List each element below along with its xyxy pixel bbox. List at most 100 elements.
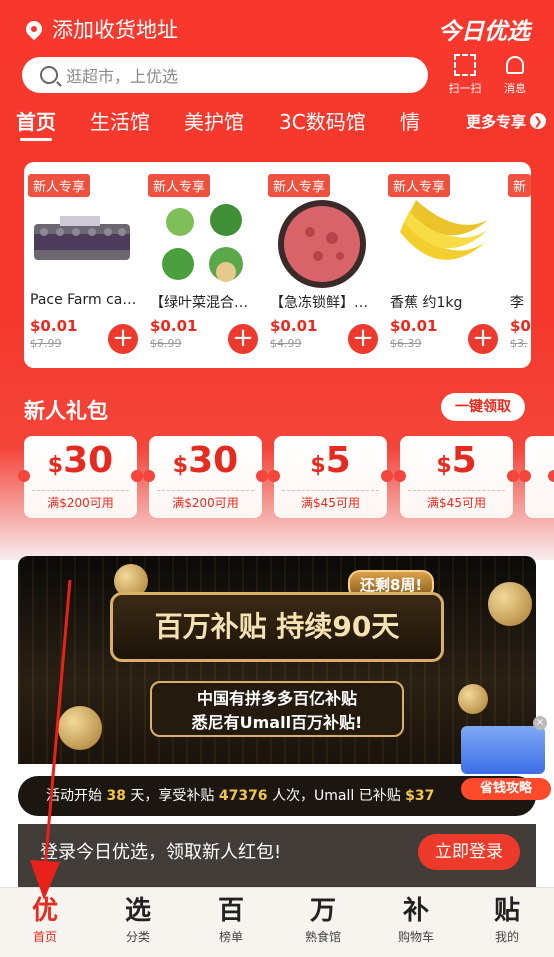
search-input[interactable]: 逛超市，上优选 bbox=[22, 57, 428, 93]
nav-label: 购物车 bbox=[397, 930, 434, 944]
coupon-amount: $30 bbox=[172, 440, 239, 481]
coupon-condition: 满$200可用 bbox=[172, 496, 239, 510]
original-price: $7.99 bbox=[30, 337, 62, 350]
brand-logo: 今日优选 bbox=[438, 19, 530, 45]
gift-box-icon bbox=[461, 726, 545, 774]
product-name: 香蕉 约1kg bbox=[390, 295, 463, 311]
nav-deli[interactable]: 万 熟食馆 bbox=[288, 894, 358, 945]
nav-cart[interactable]: 补 购物车 bbox=[381, 894, 451, 945]
product-card[interactable]: 新 李 $0 $3. bbox=[504, 162, 531, 368]
coupon[interactable]: $5 满$45可用 bbox=[268, 436, 393, 518]
scan-button[interactable]: 扫一扫 bbox=[445, 54, 485, 96]
location-pin-icon bbox=[22, 17, 46, 41]
product-card[interactable]: 新人专享 【急冻锁鲜】… $0.01 $4.99 + bbox=[264, 162, 380, 368]
deli-icon: 万 bbox=[309, 896, 336, 926]
savings-guide-float[interactable]: 省钱攻略 × bbox=[455, 716, 551, 806]
search-placeholder: 逛超市，上优选 bbox=[66, 67, 179, 86]
tab-3c-digital[interactable]: 3C数码馆 bbox=[279, 106, 366, 135]
nav-label: 我的 bbox=[494, 930, 519, 944]
product-name: 【绿叶菜混合… bbox=[150, 295, 248, 311]
more-exclusive-button[interactable]: 更多专享 ❯ bbox=[444, 104, 554, 138]
nav-label: 分类 bbox=[125, 930, 150, 944]
coin-icon bbox=[488, 582, 532, 626]
banner-subtitle: 中国有拼多多百亿补贴 悉尼有Umall百万补贴! bbox=[150, 681, 404, 737]
product-name: 【急冻锁鲜】… bbox=[270, 295, 368, 311]
login-prompt-bar: 登录今日优选，领取新人红包! 立即登录 bbox=[18, 824, 536, 888]
coupon-partial[interactable] bbox=[519, 436, 554, 518]
product-price: $0 bbox=[510, 317, 531, 335]
more-label: 更多专享 bbox=[465, 112, 526, 131]
product-price: $0.01 bbox=[390, 317, 438, 335]
scan-label: 扫一扫 bbox=[448, 82, 482, 95]
original-price: $3. bbox=[510, 337, 528, 350]
product-price: $0.01 bbox=[30, 317, 78, 335]
product-price: $0.01 bbox=[270, 317, 318, 335]
new-user-tag: 新 bbox=[508, 174, 531, 197]
coupon-divider bbox=[32, 490, 129, 491]
search-icon bbox=[40, 66, 58, 84]
close-icon[interactable]: × bbox=[533, 716, 547, 730]
banner-title: 百万补贴 持续90天 bbox=[110, 592, 444, 662]
nav-label: 首页 bbox=[32, 930, 57, 944]
nav-category[interactable]: 选 分类 bbox=[103, 894, 173, 945]
cart-icon: 补 bbox=[402, 896, 429, 926]
coupon-condition: 满$200可用 bbox=[47, 496, 114, 510]
tab-beauty[interactable]: 美护馆 bbox=[184, 106, 244, 135]
login-prompt-text: 登录今日优选，领取新人红包! bbox=[40, 842, 282, 863]
category-icon: 选 bbox=[124, 896, 151, 926]
add-to-cart-button[interactable]: + bbox=[228, 324, 258, 354]
original-price: $6.99 bbox=[150, 337, 182, 350]
coupon[interactable]: $30 满$200可用 bbox=[143, 436, 268, 518]
profile-icon: 贴 bbox=[493, 896, 520, 926]
banana-image bbox=[400, 200, 488, 260]
minced-meat-image bbox=[278, 200, 366, 288]
tab-life[interactable]: 生活馆 bbox=[90, 106, 150, 135]
coupon-amount: $30 bbox=[47, 440, 114, 481]
product-card[interactable]: 新人专享 【绿叶菜混合… $0.01 $6.99 + bbox=[144, 162, 260, 368]
address-label: 添加收货地址 bbox=[52, 18, 178, 42]
address-selector[interactable]: 添加收货地址 bbox=[22, 14, 178, 44]
egg-carton-image bbox=[34, 216, 130, 260]
coupon[interactable]: $30 满$200可用 bbox=[18, 436, 143, 518]
banner-subtitle-line: 中国有拼多多百亿补贴 bbox=[196, 689, 357, 708]
add-to-cart-button[interactable]: + bbox=[468, 324, 498, 354]
coupon-condition: 满$45可用 bbox=[301, 496, 360, 510]
product-price: $0.01 bbox=[150, 317, 198, 335]
new-user-products: 新人专享 Pace Farm cag… $0.01 $7.99 + 新人专享 【… bbox=[24, 162, 531, 368]
coupon[interactable]: $5 满$45可用 bbox=[394, 436, 519, 518]
message-button[interactable]: 消息 bbox=[498, 54, 532, 96]
login-button[interactable]: 立即登录 bbox=[418, 834, 520, 870]
bell-icon bbox=[506, 56, 524, 74]
nav-home[interactable]: 优 首页 bbox=[10, 894, 80, 945]
coupon-divider bbox=[282, 490, 379, 491]
home-icon: 优 bbox=[31, 896, 58, 926]
add-to-cart-button[interactable]: + bbox=[108, 324, 138, 354]
chevron-right-icon: ❯ bbox=[530, 113, 546, 129]
scan-icon bbox=[454, 54, 476, 76]
tab-home[interactable]: 首页 bbox=[16, 106, 56, 141]
coupon-divider bbox=[408, 490, 505, 491]
coupon-amount: $5 bbox=[310, 440, 351, 481]
ranking-icon: 百 bbox=[217, 896, 244, 926]
product-name: 李 bbox=[510, 295, 524, 311]
coin-icon bbox=[58, 706, 102, 750]
coupon-divider bbox=[157, 490, 254, 491]
add-to-cart-button[interactable]: + bbox=[348, 324, 378, 354]
message-label: 消息 bbox=[504, 82, 526, 95]
nav-label: 榜单 bbox=[218, 930, 243, 944]
original-price: $6.39 bbox=[390, 337, 422, 350]
claim-all-button[interactable]: 一键领取 bbox=[441, 393, 525, 421]
savings-guide-label: 省钱攻略 bbox=[461, 778, 551, 800]
coupon-condition: 满$45可用 bbox=[427, 496, 486, 510]
nav-label: 熟食馆 bbox=[304, 930, 341, 944]
banner-subtitle-line: 悉尼有Umall百万补贴! bbox=[191, 713, 363, 732]
coin-icon bbox=[458, 684, 488, 714]
nav-ranking[interactable]: 百 榜单 bbox=[196, 894, 266, 945]
nav-profile[interactable]: 贴 我的 bbox=[472, 894, 542, 945]
product-card[interactable]: 新人专享 Pace Farm cag… $0.01 $7.99 + bbox=[24, 162, 140, 368]
product-card[interactable]: 新人专享 香蕉 约1kg $0.01 $6.39 + bbox=[384, 162, 500, 368]
tab-partial[interactable]: 情 bbox=[400, 106, 420, 135]
gift-pack-title: 新人礼包 bbox=[24, 399, 108, 423]
bottom-nav: 优 首页 选 分类 百 榜单 万 熟食馆 补 购物车 贴 我的 bbox=[0, 887, 554, 957]
product-name: Pace Farm cag… bbox=[30, 292, 138, 308]
